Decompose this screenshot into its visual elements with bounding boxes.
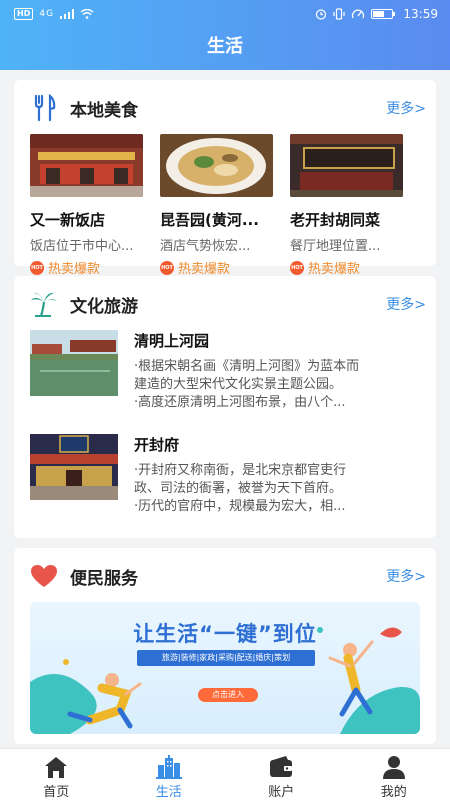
city-icon	[155, 755, 182, 779]
food-desc: 饭店位于市中心...	[30, 239, 134, 254]
status-bar: HD 4G 13:59	[0, 0, 450, 28]
banner-tags: 旅游|装修|家政|采购|配送|婚庆|策划	[137, 650, 315, 666]
culture-tourism-section: 文化旅游 更多> 清明上河园 ·根据宋朝名画《清明上河图》为蓝本而 建造的大型宋…	[14, 276, 436, 538]
local-food-section: 本地美食 更多> 又一新饭店 饭店位于市中心... HOT 热卖爆款 昆吾园(黄河…	[14, 80, 436, 277]
tab-label: 账户	[268, 785, 295, 800]
speed-icon	[352, 9, 365, 19]
spot-desc-line: ·高度还原清明上河图布景，由八个...	[134, 395, 346, 410]
wallet-icon	[270, 756, 293, 777]
food-card[interactable]: 又一新饭店 饭店位于市中心... HOT 热卖爆款	[30, 134, 143, 277]
service-banner[interactable]: 让生活“一键”到位 旅游|装修|家政|采购|配送|婚庆|策划 点击进入	[30, 602, 420, 734]
hot-icon: HOT	[290, 260, 304, 275]
food-name: 老开封胡同菜	[290, 211, 381, 229]
garden-photo	[30, 330, 118, 396]
signal-icon	[60, 9, 75, 19]
spot-desc-line: 政、司法的衙署，被誉为天下首府。	[134, 481, 343, 496]
convenience-service-section: 便民服务 更多> 让生活“一键”到位 旅游|装修|家政|采购|配送|婚庆|策划 …	[14, 548, 436, 744]
food-name: 又一新饭店	[30, 211, 106, 229]
banner-title: 让生活“一键”到位	[133, 622, 317, 646]
more-food-link[interactable]: 更多>	[386, 98, 426, 118]
hot-icon: HOT	[160, 260, 174, 275]
food-name: 昆吾园(黄河...	[160, 211, 259, 229]
food-desc: 餐厅地理位置...	[290, 239, 381, 254]
tab-label: 首页	[43, 785, 70, 800]
section-title: 便民服务	[70, 569, 138, 589]
hot-icon: HOT	[30, 260, 44, 275]
palace-photo	[30, 434, 118, 500]
food-tag: 热卖爆款	[178, 262, 231, 277]
spot-item[interactable]: 清明上河园 ·根据宋朝名画《清明上河图》为蓝本而 建造的大型宋代文化实景主题公园…	[30, 330, 420, 410]
battery-icon	[371, 9, 396, 19]
tab-home[interactable]: 首页	[0, 749, 113, 800]
header-bar: HD 4G 13:59 生活	[0, 0, 450, 70]
palm-tree-icon	[31, 292, 57, 317]
spot-name: 清明上河园	[134, 332, 210, 350]
section-title: 本地美食	[70, 101, 138, 121]
tab-label: 我的	[380, 785, 407, 800]
food-card[interactable]: 昆吾园(黄河... 酒店气势恢宏... HOT 热卖爆款	[160, 134, 273, 277]
tab-label: 生活	[155, 785, 182, 800]
heart-icon	[31, 565, 57, 587]
vibrate-icon	[333, 8, 346, 20]
wifi-icon	[80, 9, 94, 19]
section-title: 文化旅游	[70, 297, 138, 317]
tab-life[interactable]: 生活	[113, 749, 226, 800]
alarm-icon	[316, 9, 327, 20]
user-icon	[382, 756, 405, 779]
more-service-link[interactable]: 更多>	[386, 566, 426, 586]
spot-desc-line: ·历代的官府中，规模最为宏大，相...	[134, 499, 346, 514]
fork-knife-icon	[34, 94, 56, 122]
hd-badge: HD	[14, 8, 34, 20]
spot-item[interactable]: 开封府 ·开封府又称南衙，是北宋京都官吏行 政、司法的衙署，被誉为天下首府。 ·…	[30, 434, 420, 514]
spot-desc-line: 建造的大型宋代文化实景主题公园。	[134, 377, 343, 392]
food-card[interactable]: 老开封胡同菜 餐厅地理位置... HOT 热卖爆款	[290, 134, 403, 277]
spot-description: ·开封府又称南衙，是北宋京都官吏行 政、司法的衙署，被誉为天下首府。 ·历代的官…	[134, 462, 416, 516]
more-culture-link[interactable]: 更多>	[386, 294, 426, 314]
enter-button[interactable]: 点击进入	[198, 688, 258, 702]
spot-description: ·根据宋朝名画《清明上河图》为蓝本而 建造的大型宋代文化实景主题公园。 ·高度还…	[134, 358, 416, 412]
tab-account[interactable]: 账户	[225, 749, 338, 800]
spot-desc-line: ·开封府又称南衙，是北宋京都官吏行	[134, 463, 347, 478]
bottom-tab-bar: 首页 生活 账户 我的	[0, 748, 450, 800]
food-tag: 热卖爆款	[308, 262, 361, 277]
spot-name: 开封府	[134, 436, 180, 454]
network-label: 4G	[39, 9, 55, 19]
dish-photo	[160, 134, 273, 197]
home-icon	[45, 757, 68, 778]
restaurant-photo	[290, 134, 403, 197]
clock: 13:59	[403, 7, 438, 21]
food-tag: 热卖爆款	[48, 262, 101, 277]
food-desc: 酒店气势恢宏...	[160, 239, 251, 254]
restaurant-photo	[30, 134, 143, 197]
spot-desc-line: ·根据宋朝名画《清明上河图》为蓝本而	[134, 359, 360, 374]
page-title: 生活	[207, 36, 243, 57]
tab-mine[interactable]: 我的	[338, 749, 450, 800]
